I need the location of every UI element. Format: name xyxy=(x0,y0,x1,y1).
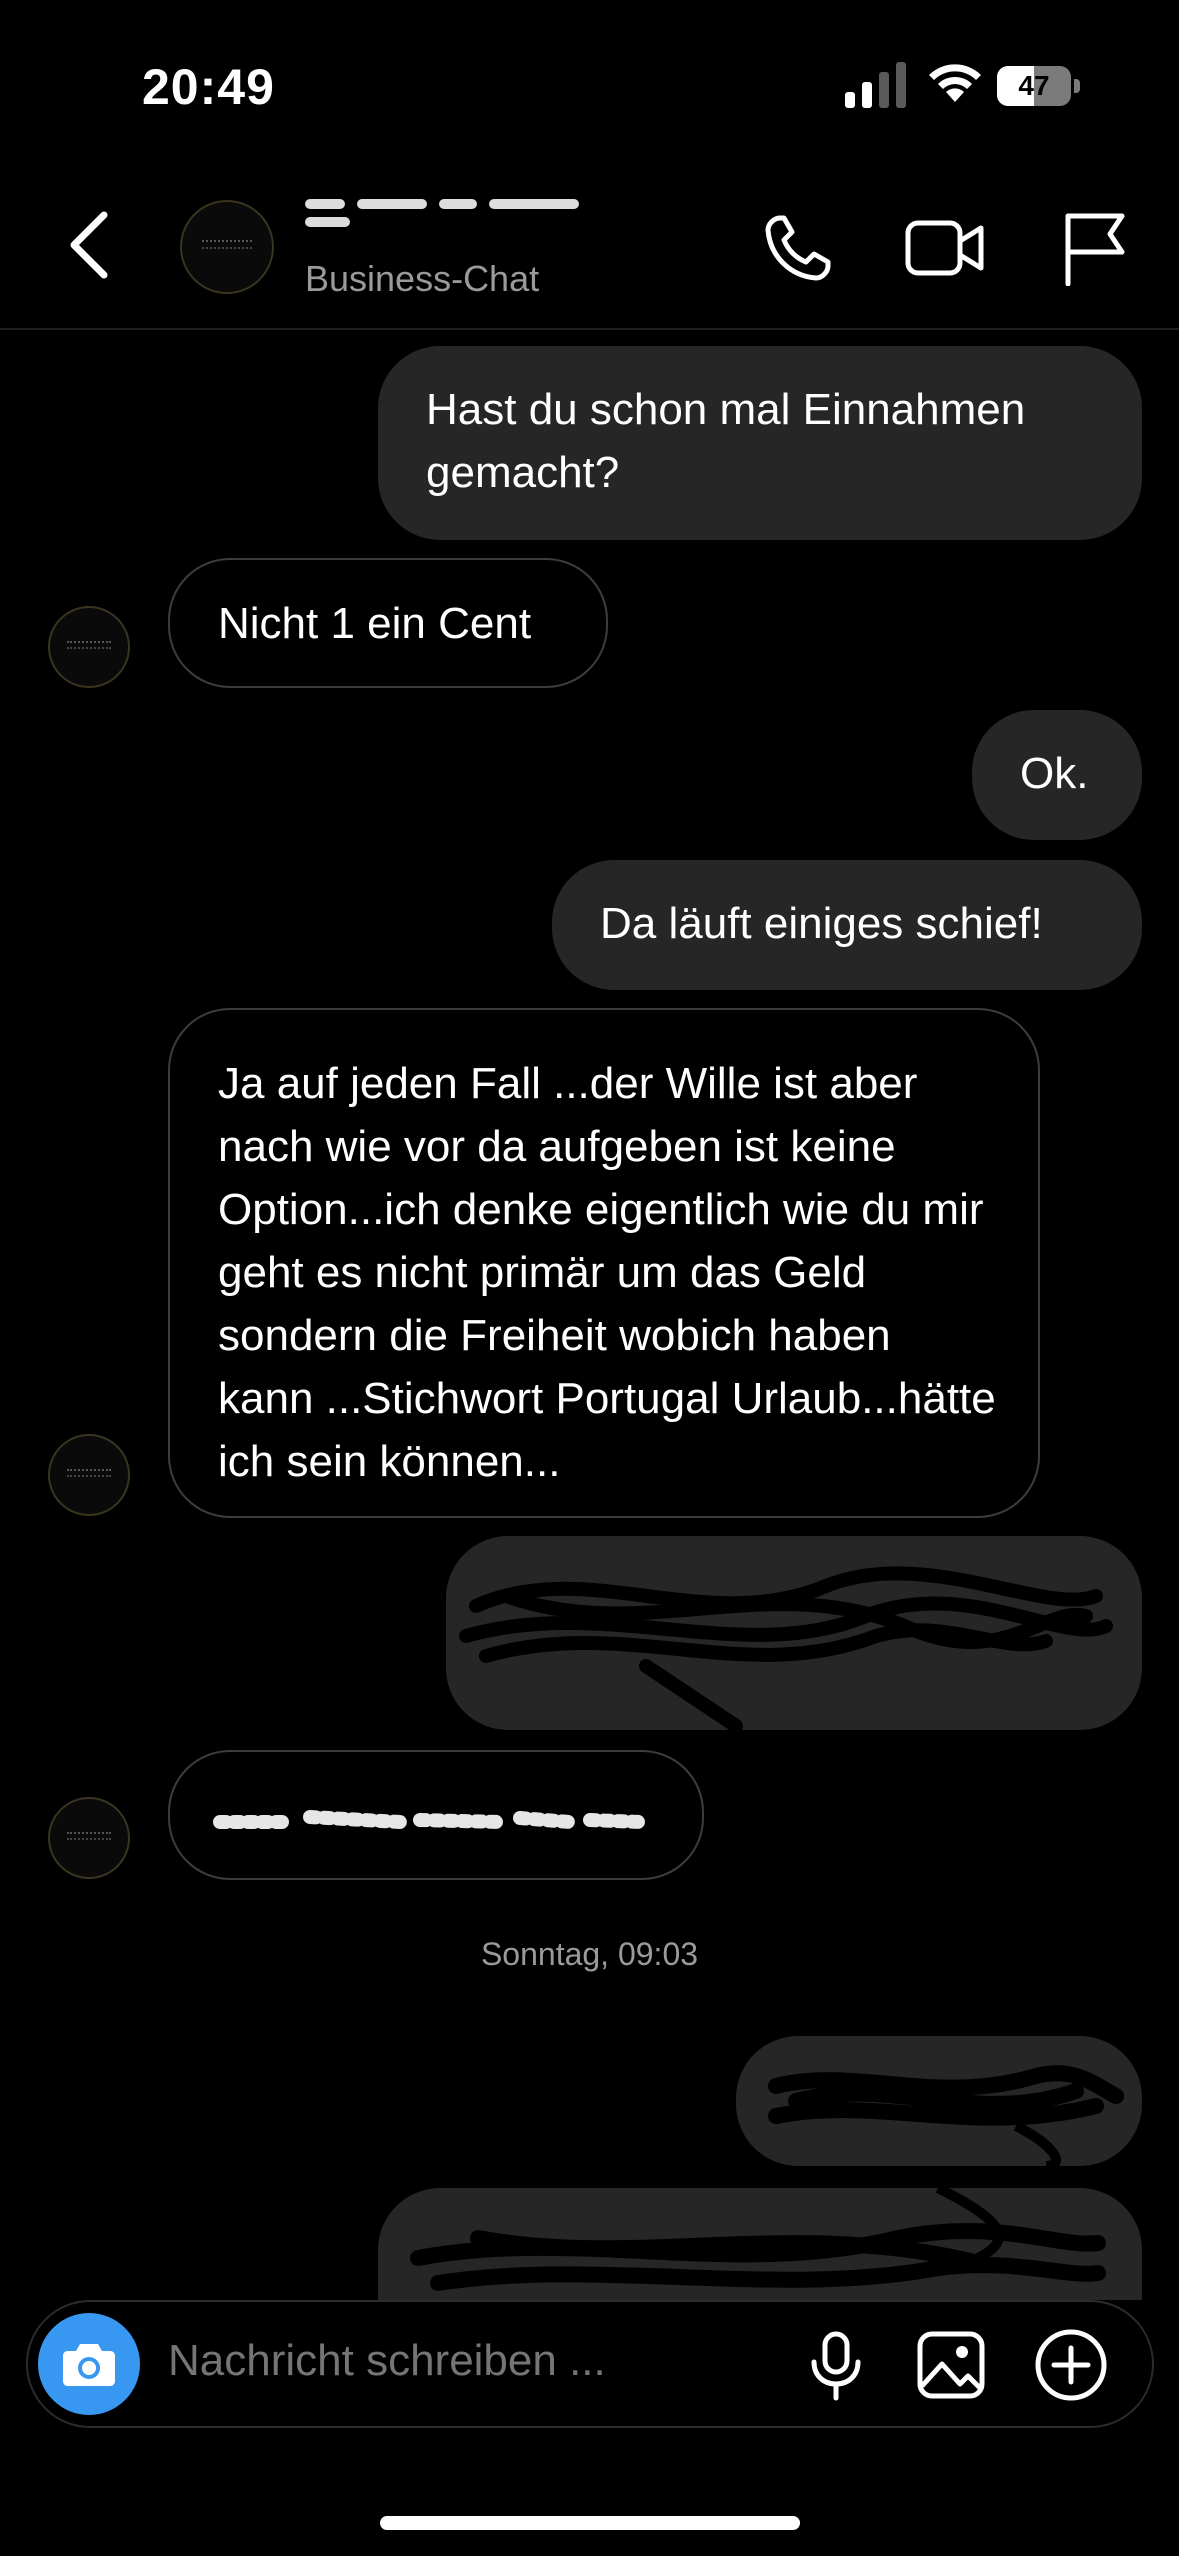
battery-icon: 47 xyxy=(997,66,1081,106)
report-flag-icon[interactable] xyxy=(1060,210,1128,286)
message-outgoing[interactable]: Ok. xyxy=(972,710,1142,840)
wifi-icon xyxy=(929,64,981,102)
sender-avatar[interactable] xyxy=(48,1797,130,1879)
contact-subtitle: Business-Chat xyxy=(305,258,540,299)
header-divider xyxy=(0,328,1179,330)
battery-level: 47 xyxy=(1018,70,1050,101)
message-outgoing-redacted[interactable] xyxy=(446,1536,1142,1730)
redaction-scribble xyxy=(768,2065,1124,2166)
status-time: 20:49 xyxy=(142,59,275,115)
message-outgoing[interactable]: Da läuft einiges schief! xyxy=(552,860,1142,990)
message-outgoing-redacted[interactable] xyxy=(736,2036,1142,2166)
add-plus-icon[interactable] xyxy=(1034,2328,1108,2402)
cellular-signal-icon xyxy=(845,62,906,108)
message-incoming-redacted[interactable] xyxy=(168,1750,704,1880)
camera-icon xyxy=(63,2344,115,2386)
redaction-scribble xyxy=(410,2188,1106,2291)
video-call-icon[interactable] xyxy=(905,215,985,281)
back-chevron-icon[interactable] xyxy=(60,205,120,285)
sender-avatar[interactable] xyxy=(48,1434,130,1516)
message-incoming[interactable]: Nicht 1 ein Cent xyxy=(168,558,608,688)
home-indicator[interactable] xyxy=(380,2516,800,2530)
phone-call-icon[interactable] xyxy=(762,212,834,284)
redaction-strikes xyxy=(213,1810,647,1829)
message-input[interactable] xyxy=(168,2336,668,2386)
camera-button[interactable] xyxy=(38,2313,140,2415)
message-incoming[interactable]: Ja auf jeden Fall ...der Wille ist aber … xyxy=(168,1008,1040,1518)
contact-avatar[interactable] xyxy=(180,200,274,294)
message-outgoing-redacted[interactable] xyxy=(378,2188,1142,2300)
contact-name-redacted[interactable] xyxy=(305,196,645,242)
gallery-icon[interactable] xyxy=(916,2330,986,2400)
sender-avatar[interactable] xyxy=(48,606,130,688)
date-separator: Sonntag, 09:03 xyxy=(480,1936,699,1972)
redaction-scribble xyxy=(459,1566,1113,1730)
microphone-icon[interactable] xyxy=(806,2330,866,2402)
message-outgoing[interactable]: Hast du schon mal Einnahmen gemacht? xyxy=(378,346,1142,540)
